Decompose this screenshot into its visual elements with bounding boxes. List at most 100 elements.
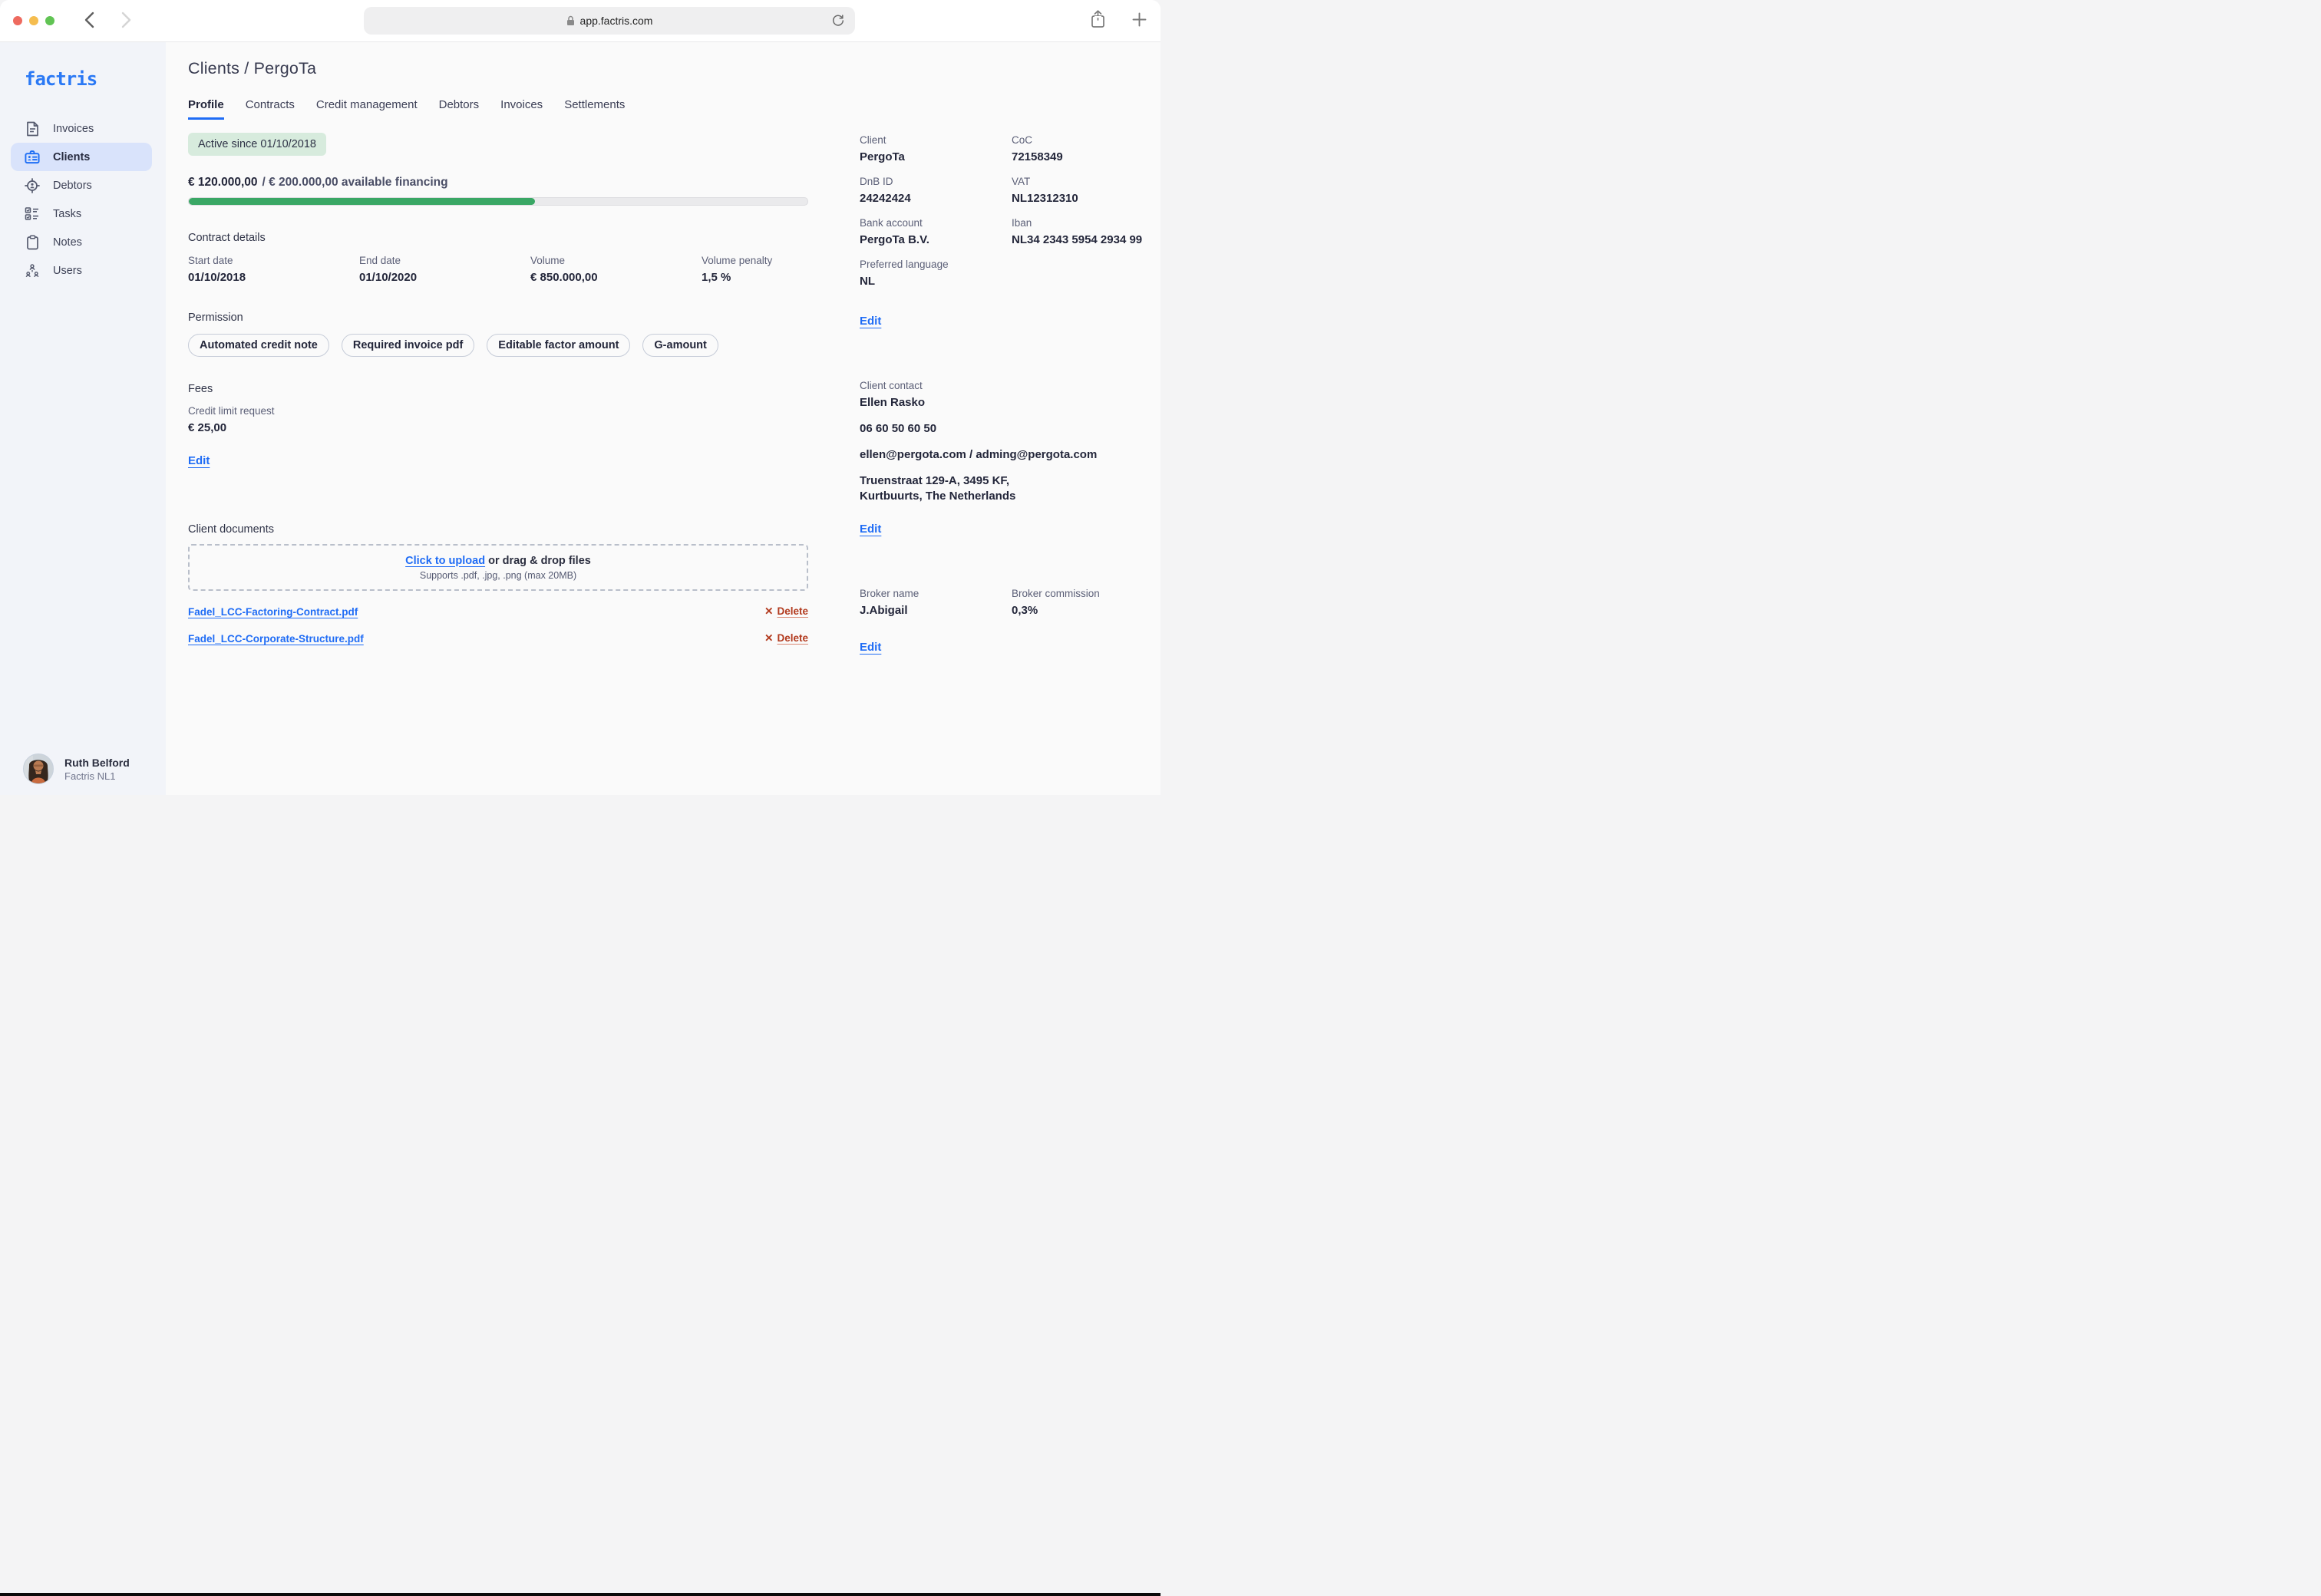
sidebar-item-users[interactable]: Users xyxy=(11,256,152,285)
delete-x-icon: ✕ xyxy=(764,605,773,617)
sidebar-item-debtors[interactable]: Debtors xyxy=(11,171,152,200)
users-group-icon xyxy=(25,263,40,278)
avatar xyxy=(23,753,54,784)
upload-suffix: or drag & drop files xyxy=(488,555,591,567)
edit-fees-link[interactable]: Edit xyxy=(188,454,210,467)
new-tab-icon[interactable] xyxy=(1132,12,1147,27)
invoice-document-icon xyxy=(25,121,40,137)
detail-field: CoC 72158349 xyxy=(1012,134,1160,165)
window-close-button[interactable] xyxy=(13,16,22,25)
tab-debtors[interactable]: Debtors xyxy=(439,98,480,120)
permission-chips: Automated credit note Required invoice p… xyxy=(188,334,808,357)
sidebar-item-label: Tasks xyxy=(53,208,81,220)
tab-bar: Profile Contracts Credit management Debt… xyxy=(188,98,1160,120)
status-badge: Active since 01/10/2018 xyxy=(188,133,326,156)
sidebar-item-label: Debtors xyxy=(53,180,92,192)
debtor-target-icon xyxy=(25,178,40,193)
broker-field: Broker commission 0,3% xyxy=(1012,587,1160,618)
financing-summary: € 120.000,00 / € 200.000,00 available fin… xyxy=(188,176,808,190)
contract-field: Volume € 850.000,00 xyxy=(530,254,702,285)
broker-field: Broker name J.Abigail xyxy=(860,587,1012,618)
window-controls xyxy=(13,16,54,25)
edit-contact-link[interactable]: Edit xyxy=(860,523,881,536)
detail-field: Bank account PergoTa B.V. xyxy=(860,216,1012,248)
window-minimize-button[interactable] xyxy=(29,16,38,25)
sidebar-item-label: Notes xyxy=(53,236,82,249)
detail-field: Iban NL34 2343 5954 2934 99 xyxy=(1012,216,1160,248)
sidebar-item-notes[interactable]: Notes xyxy=(11,228,152,256)
sidebar-item-tasks[interactable]: Tasks xyxy=(11,200,152,228)
factris-logo: factris xyxy=(25,68,166,90)
delete-document-link[interactable]: ✕Delete xyxy=(764,632,808,645)
tab-contracts[interactable]: Contracts xyxy=(246,98,295,120)
delete-x-icon: ✕ xyxy=(764,632,773,644)
sidebar-item-label: Clients xyxy=(53,151,90,163)
browser-chrome: app.factris.com xyxy=(0,0,1160,42)
back-icon[interactable] xyxy=(81,10,97,30)
upload-dropzone[interactable]: Click to upload or drag & drop files Sup… xyxy=(188,544,808,591)
financing-progress-bar xyxy=(188,197,808,206)
delete-document-link[interactable]: ✕Delete xyxy=(764,605,808,618)
tab-profile[interactable]: Profile xyxy=(188,98,224,120)
task-checklist-icon xyxy=(25,206,40,221)
url-text: app.factris.com xyxy=(580,15,653,27)
fee-value: € 25,00 xyxy=(188,420,808,436)
screen-bottom-edge xyxy=(0,1593,1160,1596)
edit-client-details-link[interactable]: Edit xyxy=(860,315,881,328)
main-content: Clients / PergoTa Profile Contracts Cred… xyxy=(166,42,1160,795)
contract-field: Volume penalty 1,5 % xyxy=(702,254,808,285)
permission-chip: Editable factor amount xyxy=(487,334,630,357)
detail-field: Client PergoTa xyxy=(860,134,1012,165)
contract-field: End date 01/10/2020 xyxy=(359,254,530,285)
document-row: Fadel_LCC-Corporate-Structure.pdf ✕Delet… xyxy=(188,632,808,645)
document-row: Fadel_LCC-Factoring-Contract.pdf ✕Delete xyxy=(188,605,808,618)
fees-heading: Fees xyxy=(188,383,808,395)
contract-details-grid: Start date 01/10/2018 End date 01/10/202… xyxy=(188,254,808,285)
financing-used: € 120.000,00 xyxy=(188,176,258,189)
sidebar-menu: Invoices Clients Debtors xyxy=(0,114,166,285)
forward-icon[interactable] xyxy=(117,10,134,30)
client-details: Client PergoTa CoC 72158349 DnB ID 24242… xyxy=(860,134,1160,299)
permission-heading: Permission xyxy=(188,312,808,324)
edit-broker-link[interactable]: Edit xyxy=(860,641,881,654)
document-link[interactable]: Fadel_LCC-Factoring-Contract.pdf xyxy=(188,606,358,618)
user-name: Ruth Belford xyxy=(64,756,130,770)
lock-icon xyxy=(566,15,575,26)
id-card-icon xyxy=(25,150,40,164)
contact-phone: 06 60 50 60 50 xyxy=(860,421,1160,437)
financing-progress-fill xyxy=(189,198,535,205)
fee-label: Credit limit request xyxy=(188,404,808,418)
address-bar[interactable]: app.factris.com xyxy=(364,7,855,35)
current-user[interactable]: Ruth Belford Factris NL1 xyxy=(23,753,130,784)
contract-details-heading: Contract details xyxy=(188,232,808,244)
share-icon[interactable] xyxy=(1090,9,1106,29)
permission-chip: Automated credit note xyxy=(188,334,329,357)
breadcrumb: Clients / PergoTa xyxy=(188,59,1160,78)
user-org: Factris NL1 xyxy=(64,770,130,783)
sidebar-item-label: Invoices xyxy=(53,123,94,135)
client-contact-label: Client contact xyxy=(860,379,1160,393)
tab-invoices[interactable]: Invoices xyxy=(500,98,543,120)
detail-field: Preferred language NL xyxy=(860,258,1012,289)
financing-available: / € 200.000,00 available financing xyxy=(262,176,448,189)
sidebar: factris Invoices Clients xyxy=(0,42,166,795)
client-documents-heading: Client documents xyxy=(188,523,808,536)
client-contact-section: Client contact Ellen Rasko 06 60 50 60 5… xyxy=(860,379,1160,536)
tab-credit-management[interactable]: Credit management xyxy=(316,98,418,120)
tab-settlements[interactable]: Settlements xyxy=(564,98,625,120)
upload-hint: Supports .pdf, .jpg, .png (max 20MB) xyxy=(420,570,576,581)
refresh-icon[interactable] xyxy=(830,13,846,28)
permission-chip: Required invoice pdf xyxy=(342,334,474,357)
contract-field: Start date 01/10/2018 xyxy=(188,254,359,285)
upload-link[interactable]: Click to upload xyxy=(405,555,485,567)
sidebar-item-invoices[interactable]: Invoices xyxy=(11,114,152,143)
sidebar-item-clients[interactable]: Clients xyxy=(11,143,152,171)
permission-chip: G-amount xyxy=(642,334,718,357)
contact-emails: ellen@pergota.com / adming@pergota.com xyxy=(860,447,1160,463)
broker-section: Broker name J.Abigail Broker commission … xyxy=(860,587,1160,655)
document-link[interactable]: Fadel_LCC-Corporate-Structure.pdf xyxy=(188,633,364,645)
detail-field: DnB ID 24242424 xyxy=(860,175,1012,206)
window-zoom-button[interactable] xyxy=(45,16,54,25)
clipboard-icon xyxy=(25,235,40,250)
browser-window: app.factris.com factris Inv xyxy=(0,0,1160,795)
